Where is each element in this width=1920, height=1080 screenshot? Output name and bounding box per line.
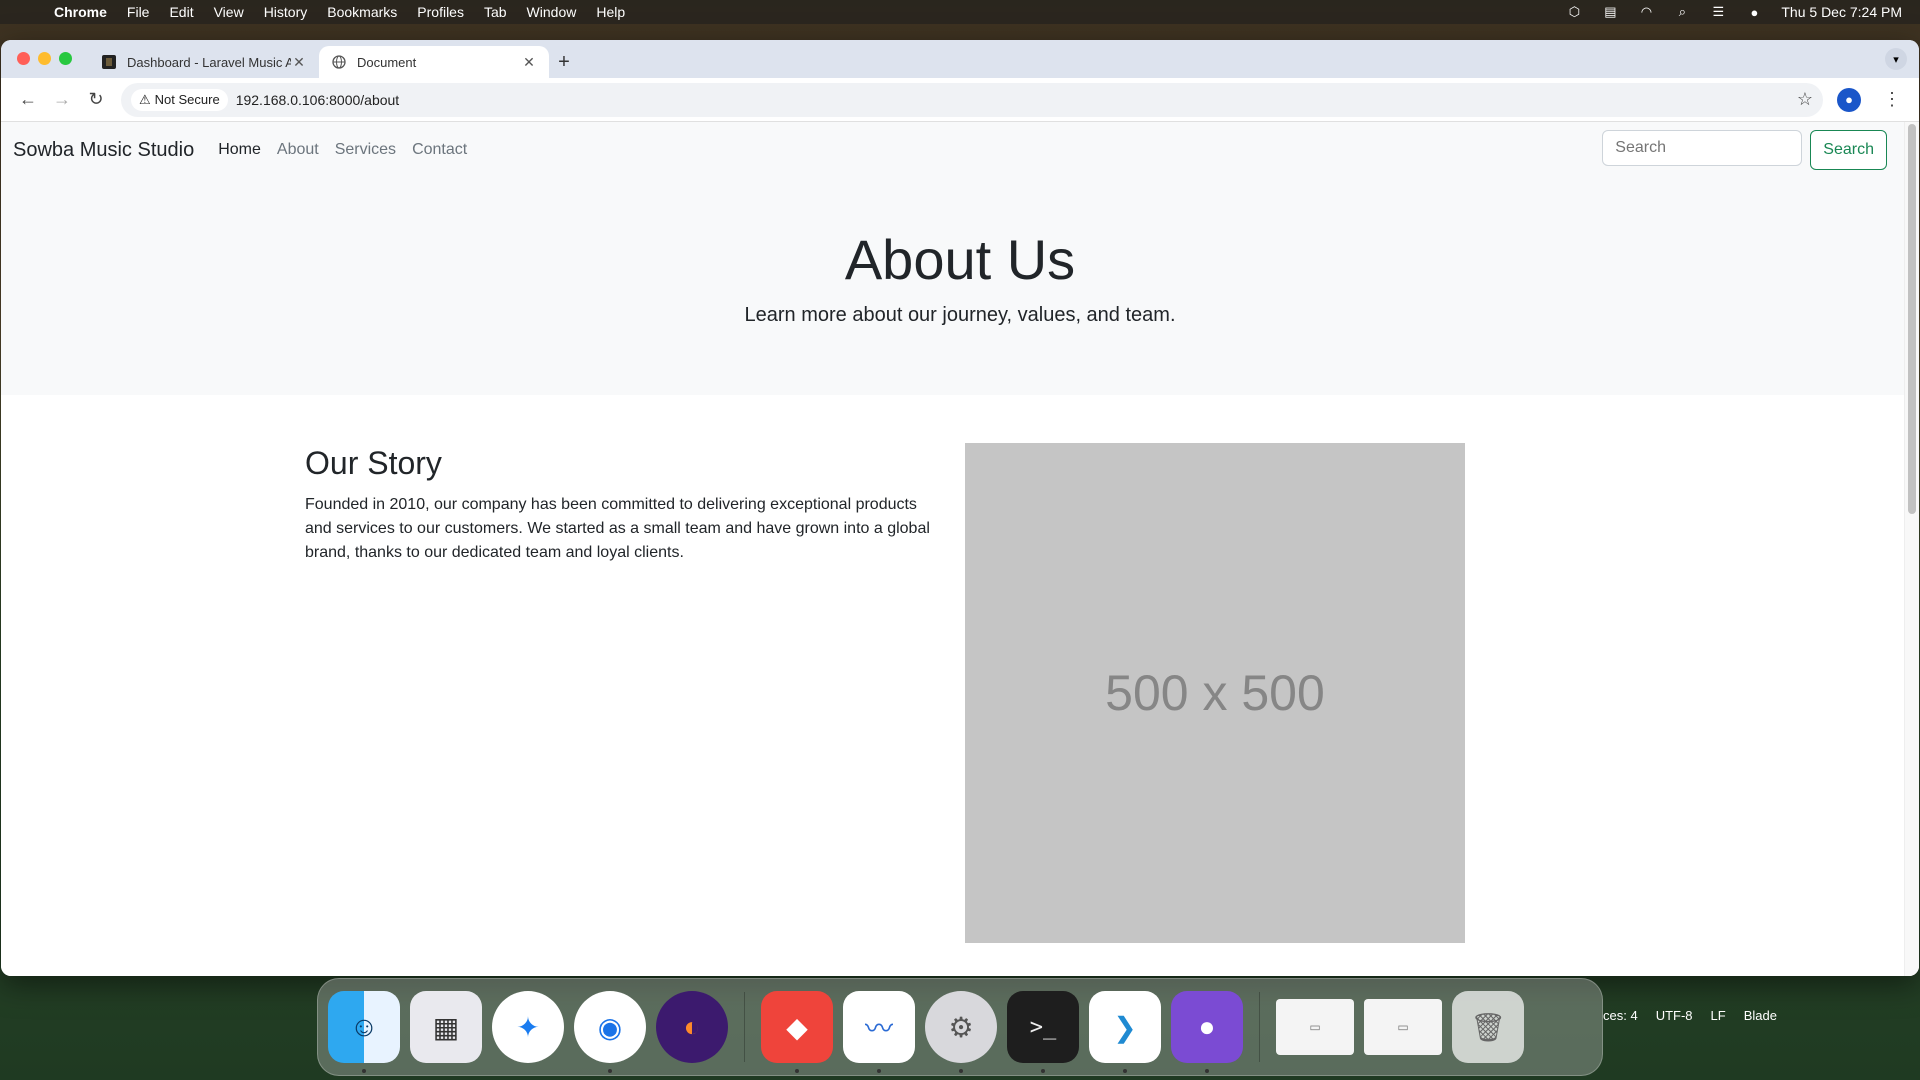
tab-document[interactable]: Document ✕ [319, 46, 549, 78]
globe-favicon-icon [331, 54, 347, 70]
vscode-icon[interactable]: ❯ [1089, 991, 1161, 1073]
close-tab-icon[interactable]: ✕ [521, 54, 537, 71]
profile-avatar-icon[interactable]: ● [1837, 87, 1861, 112]
tab-title: Dashboard - Laravel Music Ap [127, 54, 291, 70]
security-chip[interactable]: ⚠ Not Secure [131, 88, 228, 111]
menu-history[interactable]: History [264, 4, 308, 20]
site-navbar: Sowba Music Studio Home About Services C… [1, 122, 1919, 178]
forward-icon[interactable]: → [45, 83, 79, 117]
drive-icon[interactable]: ▤ [1601, 4, 1619, 19]
anydesk-icon[interactable]: ◆ [761, 991, 833, 1073]
menu-profiles[interactable]: Profiles [417, 4, 464, 20]
menu-app-chrome[interactable]: Chrome [54, 4, 107, 20]
siri-icon[interactable]: ● [1745, 5, 1763, 20]
url-text[interactable]: 192.168.0.106:8000/about [236, 92, 400, 108]
tab-search-icon[interactable]: ▾ [1885, 48, 1907, 70]
tab-strip: Dashboard - Laravel Music Ap ✕ Document … [1, 40, 1919, 78]
menu-view[interactable]: View [214, 4, 244, 20]
page-scrollbar[interactable] [1904, 122, 1919, 976]
control-center-icon[interactable]: ☰ [1709, 4, 1727, 19]
site-search-input[interactable] [1602, 130, 1803, 166]
box-icon[interactable]: ⬡ [1565, 4, 1583, 19]
warning-icon: ⚠ [139, 91, 151, 107]
laravel-favicon-icon [101, 54, 117, 70]
bookmark-star-icon[interactable]: ☆ [1797, 89, 1813, 110]
trash-icon[interactable]: 🗑 [1452, 991, 1524, 1063]
finder-icon[interactable]: ☺ [328, 991, 400, 1073]
nav-about[interactable]: About [277, 141, 319, 159]
terminal-icon[interactable]: >_ [1007, 991, 1079, 1073]
launchpad-icon[interactable]: ▦ [410, 991, 482, 1063]
chrome-icon[interactable]: ◉ [574, 991, 646, 1073]
menu-edit[interactable]: Edit [169, 4, 193, 20]
firefox-icon[interactable]: ◐ [656, 991, 728, 1063]
browser-toolbar: ← → ↻ ⚠ Not Secure 192.168.0.106:8000/ab… [1, 78, 1919, 122]
more-menu-icon[interactable]: ⋮ [1875, 83, 1909, 117]
scrollbar-thumb[interactable] [1908, 124, 1916, 514]
statusbar-encoding[interactable]: UTF-8 [1656, 1008, 1693, 1023]
our-story-section: Our Story Founded in 2010, our company h… [1, 395, 1919, 976]
statusbar-eol[interactable]: LF [1711, 1008, 1726, 1023]
close-window-button[interactable] [17, 52, 30, 65]
macos-dock: ☺ ▦ ✦ ◉ ◐ ◆ 〰 ⚙ >_ ❯ ● ▭ ▭ 🗑 [317, 978, 1603, 1076]
story-heading: Our Story [305, 445, 442, 481]
menu-file[interactable]: File [127, 4, 150, 20]
site-search-form: Search [1602, 130, 1887, 170]
editor-statusbar-peek: ces: 4 UTF-8 LF Blade [1603, 1008, 1777, 1023]
nav-services[interactable]: Services [335, 141, 396, 159]
dock-separator [744, 992, 745, 1062]
about-hero: About Us Learn more about our journey, v… [1, 178, 1919, 395]
minimized-window-thumbnail[interactable]: ▭ [1276, 999, 1354, 1055]
macos-menubar: Chrome File Edit View History Bookmarks … [0, 0, 1920, 24]
new-tab-button[interactable]: + [549, 46, 579, 78]
back-icon[interactable]: ← [11, 83, 45, 117]
page-title: About Us [844, 228, 1076, 291]
spotlight-icon[interactable]: ⌕ [1673, 4, 1691, 19]
dock-separator [1259, 992, 1260, 1062]
menu-bookmarks[interactable]: Bookmarks [327, 4, 397, 20]
placeholder-image-label: 500 x 500 [1105, 665, 1325, 721]
tab-title: Document [357, 54, 417, 70]
window-controls [17, 52, 72, 65]
wifi-icon[interactable]: ◠ [1637, 4, 1655, 19]
statusbar-spaces[interactable]: ces: 4 [1603, 1008, 1638, 1023]
minimized-window-thumbnail[interactable]: ▭ [1364, 999, 1442, 1055]
menubar-clock[interactable]: Thu 5 Dec 7:24 PM [1781, 4, 1902, 20]
page-subtitle: Learn more about our journey, values, an… [744, 304, 1176, 326]
page-viewport: Sowba Music Studio Home About Services C… [1, 122, 1919, 976]
menu-help[interactable]: Help [596, 4, 625, 20]
address-bar[interactable]: ⚠ Not Secure 192.168.0.106:8000/about ☆ [121, 82, 1823, 117]
security-label: Not Secure [154, 92, 220, 107]
placeholder-image: 500 x 500 [965, 443, 1465, 943]
story-body: Founded in 2010, our company has been co… [305, 496, 930, 561]
browser-window: Dashboard - Laravel Music Ap ✕ Document … [1, 40, 1919, 976]
menu-tab[interactable]: Tab [484, 4, 507, 20]
system-settings-icon[interactable]: ⚙ [925, 991, 997, 1073]
minimize-window-button[interactable] [38, 52, 51, 65]
github-desktop-icon[interactable]: ● [1171, 991, 1243, 1073]
safari-icon[interactable]: ✦ [492, 991, 564, 1063]
zoom-window-button[interactable] [59, 52, 72, 65]
nav-home[interactable]: Home [218, 141, 261, 159]
close-tab-icon[interactable]: ✕ [291, 54, 307, 71]
reload-icon[interactable]: ↻ [79, 83, 113, 117]
site-brand[interactable]: Sowba Music Studio [13, 139, 194, 162]
menu-window[interactable]: Window [527, 4, 577, 20]
statusbar-language[interactable]: Blade [1744, 1008, 1777, 1023]
site-search-button[interactable]: Search [1810, 130, 1887, 170]
tab-dashboard[interactable]: Dashboard - Laravel Music Ap ✕ [89, 46, 319, 78]
freeform-icon[interactable]: 〰 [843, 991, 915, 1073]
nav-contact[interactable]: Contact [412, 141, 467, 159]
